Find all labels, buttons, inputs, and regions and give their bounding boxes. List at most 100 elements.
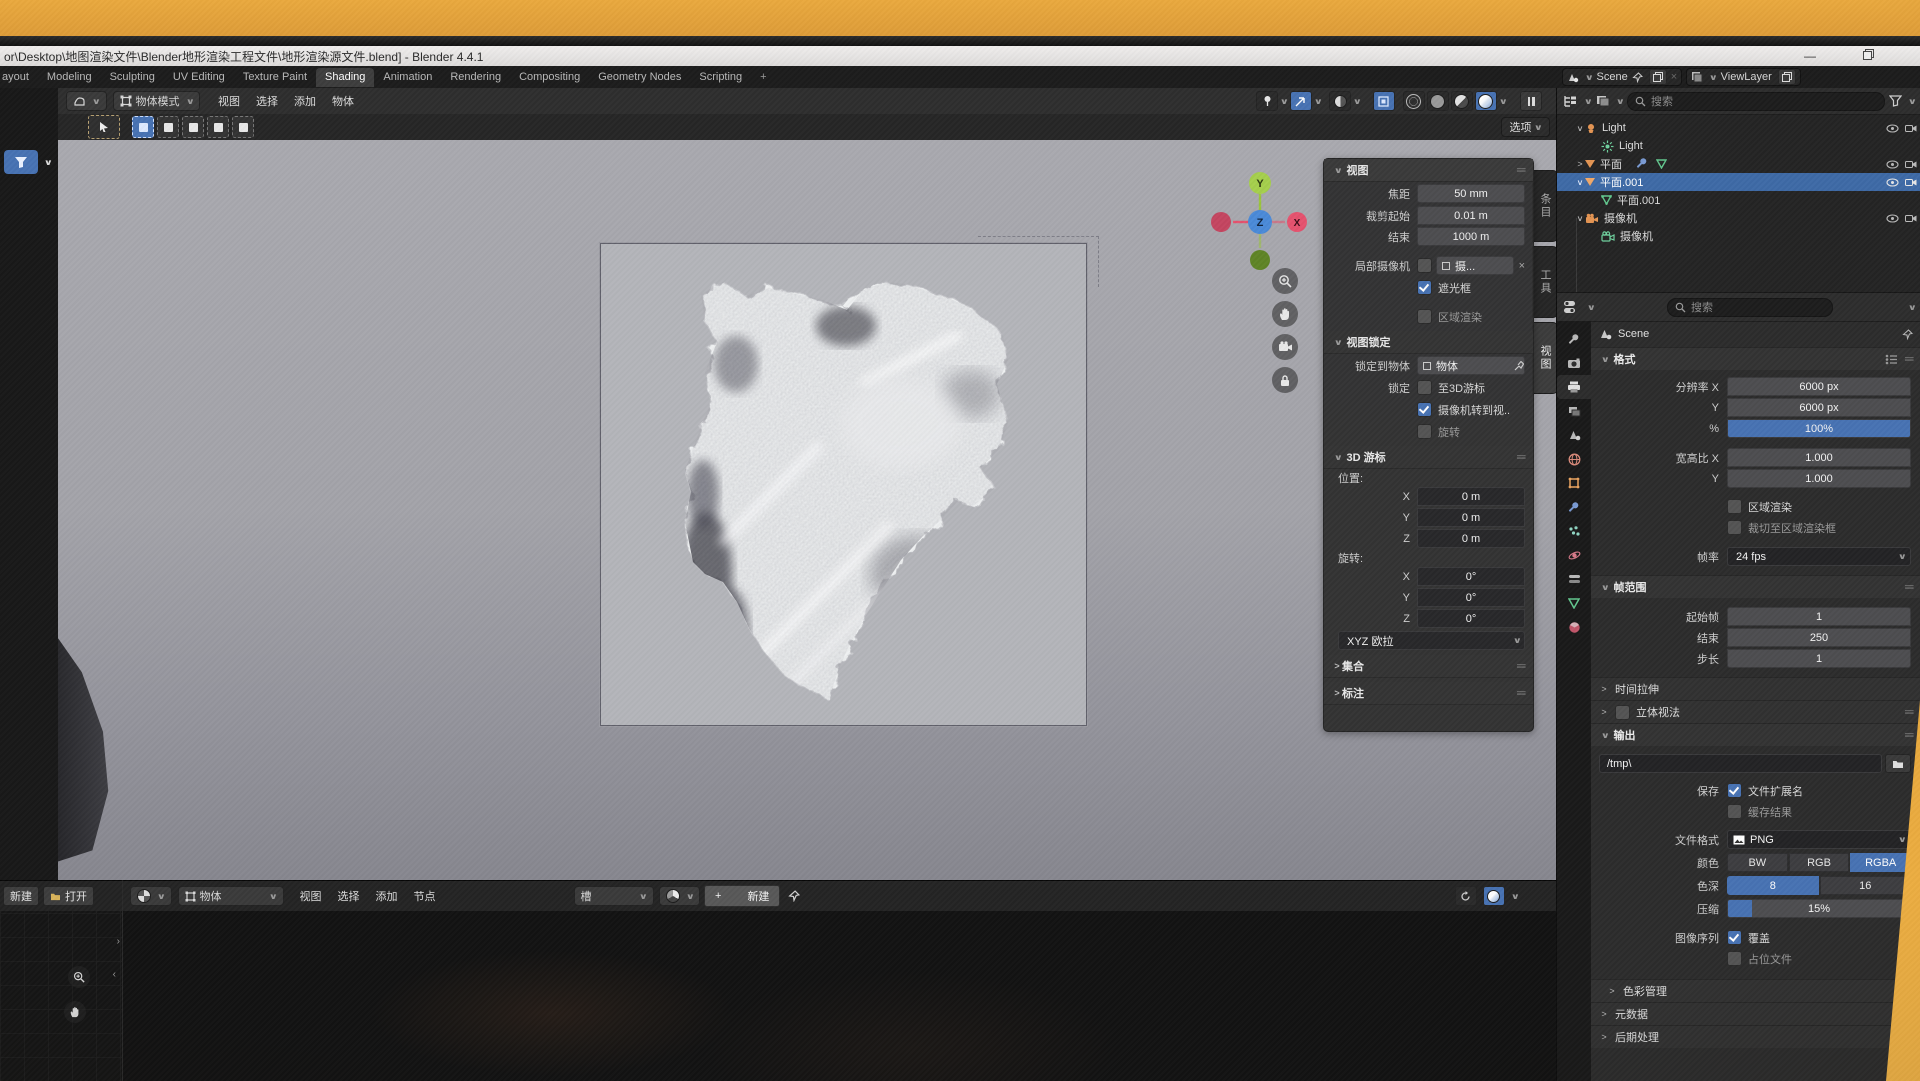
lock-rotation-checkbox[interactable]	[1417, 424, 1432, 439]
shader-menu-node[interactable]: 节点	[406, 888, 444, 904]
add-workspace-button[interactable]: +	[751, 68, 775, 87]
frame-start-field[interactable]: 1	[1727, 607, 1911, 626]
tab-particle-properties[interactable]	[1557, 519, 1591, 543]
format-render-region-checkbox[interactable]	[1727, 499, 1742, 514]
cursor-rot-z-field[interactable]: 0°	[1417, 609, 1525, 628]
color-management-panel[interactable]: >色彩管理	[1591, 979, 1920, 1002]
select-mode-subtract[interactable]	[182, 116, 204, 138]
disable-render-camera-icon[interactable]	[1905, 160, 1917, 169]
shading-material-button[interactable]	[1451, 91, 1473, 111]
rotation-mode-dropdown[interactable]: XYZ 欧拉∨	[1338, 631, 1525, 650]
clip-end-field[interactable]: 1000 m	[1417, 227, 1525, 246]
filter-funnel-icon[interactable]	[1889, 95, 1902, 107]
gizmo-y-negative[interactable]	[1250, 250, 1270, 270]
browse-folder-button[interactable]	[1885, 754, 1911, 773]
render-region-checkbox[interactable]	[1417, 309, 1432, 324]
menu-object[interactable]: 物体	[324, 93, 362, 109]
tab-viewlayer-properties[interactable]	[1557, 399, 1591, 423]
shading-solid-button[interactable]	[1427, 91, 1449, 111]
hide-eye-icon[interactable]	[1886, 160, 1899, 169]
tab-geometry-nodes[interactable]: Geometry Nodes	[589, 68, 690, 87]
tab-layout[interactable]: ayout	[0, 68, 38, 87]
pause-button[interactable]	[1520, 91, 1542, 111]
tab-scripting[interactable]: Scripting	[690, 68, 751, 87]
slot-dropdown[interactable]: 槽 ∨	[574, 886, 654, 906]
new-image-button[interactable]: 新建	[3, 886, 39, 906]
viewlayer-selector[interactable]: ∨ ViewLayer	[1686, 68, 1801, 86]
tab-material-properties[interactable]	[1557, 615, 1591, 639]
camera-view-button[interactable]	[1272, 334, 1298, 360]
outliner-row-plane-001-data[interactable]: 平面.001	[1557, 191, 1920, 209]
tab-object-properties[interactable]	[1557, 471, 1591, 495]
new-scene-button[interactable]	[1649, 69, 1667, 85]
zoom-button[interactable]	[1272, 268, 1298, 294]
shader-preview-toggle[interactable]	[1483, 886, 1505, 906]
cache-result-checkbox[interactable]	[1727, 804, 1742, 819]
pin-icon[interactable]	[1902, 329, 1913, 340]
shader-menu-add[interactable]: 添加	[368, 888, 406, 904]
editor-type-dropdown[interactable]: ∨	[66, 91, 107, 111]
annotations-panel-header[interactable]: > 标注 ≡≡	[1324, 682, 1533, 705]
cursor-panel-header[interactable]: ∨ 3D 游标 ≡≡	[1324, 446, 1533, 469]
resolution-y-field[interactable]: 6000 px	[1727, 398, 1911, 417]
shader-menu-view[interactable]: 视图	[292, 888, 330, 904]
frame-step-field[interactable]: 1	[1727, 649, 1911, 668]
view-panel-header[interactable]: ∨ 视图 ≡≡	[1324, 159, 1533, 182]
pin-icon[interactable]	[788, 890, 800, 902]
tab-compositing[interactable]: Compositing	[510, 68, 589, 87]
select-mode-set[interactable]	[132, 116, 154, 138]
delete-scene-button[interactable]: ×	[1671, 71, 1677, 83]
tab-modifier-properties[interactable]	[1557, 495, 1591, 519]
n-panel-tab-item[interactable]: 条目	[1532, 170, 1558, 242]
tab-data-properties[interactable]	[1557, 591, 1591, 615]
hide-eye-icon[interactable]	[1886, 214, 1899, 223]
minimize-button[interactable]: —	[1795, 49, 1825, 63]
frame-end-field[interactable]: 250	[1727, 628, 1911, 647]
cursor-loc-z-field[interactable]: 0 m	[1417, 529, 1525, 548]
fps-dropdown[interactable]: 24 fps∨	[1727, 547, 1911, 566]
compression-slider[interactable]: 15%	[1727, 899, 1911, 918]
cursor-rot-x-field[interactable]: 0°	[1417, 567, 1525, 586]
shader-context-dropdown[interactable]: 物体 ∨	[178, 886, 284, 906]
outliner-row-camera-object[interactable]: ∨ 摄像机	[1557, 209, 1920, 227]
filter-image-icon[interactable]	[1596, 95, 1610, 107]
outliner-row-light-object[interactable]: ∨ Light	[1557, 119, 1920, 137]
tab-sculpting[interactable]: Sculpting	[101, 68, 164, 87]
new-material-button[interactable]: + 新建	[704, 885, 780, 907]
crop-to-region-checkbox[interactable]	[1727, 520, 1742, 535]
color-bw-button[interactable]: BW	[1727, 853, 1788, 872]
output-path-field[interactable]: /tmp\	[1599, 754, 1882, 773]
open-image-button[interactable]: 打开	[43, 886, 94, 906]
frame-range-panel-header[interactable]: ∨ 帧范围 ≡≡	[1591, 575, 1920, 598]
placeholder-checkbox[interactable]	[1727, 951, 1742, 966]
outliner-row-plane[interactable]: > 平面	[1557, 155, 1920, 173]
pin-icon[interactable]	[1632, 72, 1643, 83]
display-mode-icon[interactable]	[1563, 95, 1578, 108]
cursor-loc-x-field[interactable]: 0 m	[1417, 487, 1525, 506]
stereoscopy-panel[interactable]: >立体视法≡≡	[1591, 700, 1920, 723]
select-mode-intersect[interactable]	[232, 116, 254, 138]
properties-search-input[interactable]: 搜索	[1667, 298, 1833, 317]
tab-shading[interactable]: Shading	[316, 68, 374, 87]
overwrite-checkbox[interactable]	[1727, 930, 1742, 945]
xray-toggle[interactable]	[1373, 91, 1395, 111]
zoom-button[interactable]	[68, 966, 90, 988]
lock-view-button[interactable]	[1272, 367, 1298, 393]
hide-eye-icon[interactable]	[1886, 124, 1899, 133]
collections-panel-header[interactable]: > 集合 ≡≡	[1324, 655, 1533, 678]
new-viewlayer-button[interactable]	[1778, 69, 1796, 85]
to-3d-cursor-checkbox[interactable]	[1417, 380, 1432, 395]
focal-length-field[interactable]: 50 mm	[1417, 184, 1525, 203]
color-rgb-button[interactable]: RGB	[1789, 853, 1850, 872]
pan-button[interactable]	[64, 1001, 86, 1023]
restore-button[interactable]	[1852, 49, 1882, 63]
tab-animation[interactable]: Animation	[374, 68, 441, 87]
metadata-panel[interactable]: >元数据≡≡	[1591, 1002, 1920, 1025]
shading-wireframe-button[interactable]	[1403, 91, 1425, 111]
local-camera-object-field[interactable]: 摄...	[1436, 256, 1514, 275]
tab-physics-properties[interactable]	[1557, 543, 1591, 567]
tab-scene-properties[interactable]	[1557, 423, 1591, 447]
outliner-row-plane-001-selected[interactable]: ∨ 平面.001	[1557, 173, 1920, 191]
cursor-rot-y-field[interactable]: 0°	[1417, 588, 1525, 607]
filter-dropdown[interactable]	[4, 150, 38, 174]
